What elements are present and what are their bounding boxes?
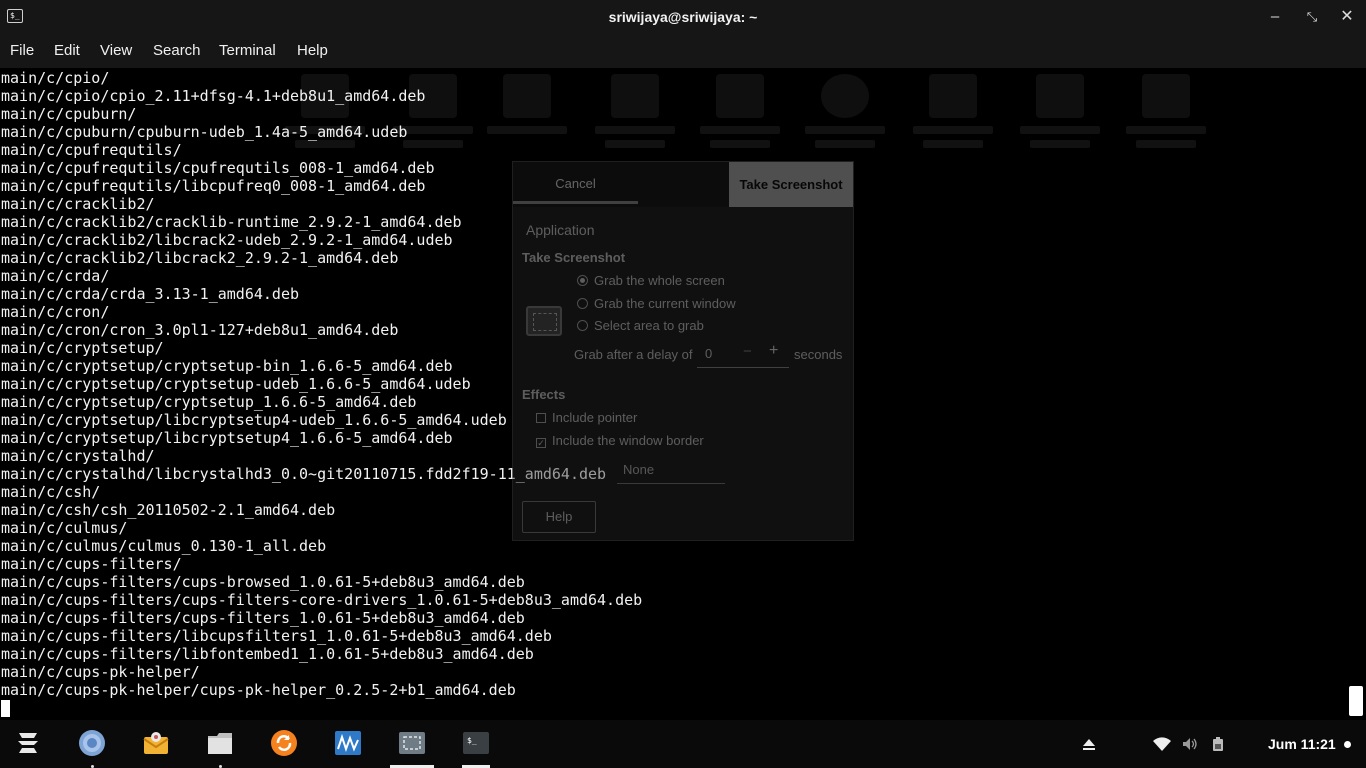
terminal-line: main/c/cups-filters/cups-filters-core-dr… bbox=[1, 591, 643, 609]
radio-select-area[interactable]: Select area to grab bbox=[577, 318, 704, 333]
desktop-icon bbox=[1020, 74, 1100, 184]
terminal-cursor bbox=[1, 700, 10, 717]
menu-search[interactable]: Search bbox=[153, 42, 201, 59]
seconds-label: seconds bbox=[794, 347, 843, 362]
menu-edit[interactable]: Edit bbox=[54, 42, 80, 59]
checkbox-icon bbox=[536, 413, 546, 423]
radio-current-window[interactable]: Grab the current window bbox=[577, 296, 736, 311]
radio-icon bbox=[577, 298, 588, 309]
terminal-line: main/c/cpuburn/ bbox=[1, 105, 137, 123]
include-pointer-checkbox[interactable]: Include pointer bbox=[536, 410, 637, 425]
menu-file[interactable]: File bbox=[10, 42, 34, 59]
terminal-line: main/c/cpio/ bbox=[1, 69, 110, 87]
radio-label: Select area to grab bbox=[594, 318, 704, 333]
screenshot-icon[interactable] bbox=[398, 729, 426, 757]
radio-whole-screen[interactable]: Grab the whole screen bbox=[577, 273, 725, 288]
terminal-line: main/c/cpufrequtils/ bbox=[1, 141, 182, 159]
radio-icon bbox=[577, 320, 588, 331]
clock[interactable]: Jum 11:21 bbox=[1268, 736, 1336, 752]
screen-preview-icon bbox=[526, 306, 562, 336]
terminal-line: main/c/cups-pk-helper/ bbox=[1, 663, 200, 681]
help-button[interactable]: Help bbox=[522, 501, 596, 533]
delay-label: Grab after a delay of bbox=[574, 347, 693, 362]
wifi-icon[interactable] bbox=[1153, 737, 1171, 754]
eject-icon[interactable] bbox=[1082, 737, 1096, 754]
menu-help[interactable]: Help bbox=[297, 42, 328, 59]
zorin-menu-icon[interactable] bbox=[14, 729, 42, 757]
close-button[interactable]: ✕ bbox=[1337, 7, 1357, 27]
effects-heading: Effects bbox=[522, 387, 566, 402]
terminal-icon[interactable]: $_ bbox=[462, 729, 490, 757]
menu-bar: File Edit View Search Terminal Help bbox=[0, 34, 1366, 68]
window-titlebar: $_ sriwijaya@sriwijaya: ~ – ⤡ ✕ bbox=[0, 0, 1366, 34]
maximize-button[interactable]: ⤡ bbox=[1302, 7, 1322, 27]
radio-label: Grab the whole screen bbox=[594, 273, 725, 288]
menu-terminal[interactable]: Terminal bbox=[219, 42, 276, 59]
chromium-icon[interactable] bbox=[78, 729, 106, 757]
checkbox-checked-icon: ✓ bbox=[536, 438, 546, 448]
checkbox-label: Include pointer bbox=[552, 410, 638, 425]
svg-text:$_: $_ bbox=[467, 736, 477, 745]
effect-dropdown[interactable]: None bbox=[617, 462, 725, 484]
terminal-line: main/c/cpuburn/cpuburn-udeb_1.4a-5_amd64… bbox=[1, 123, 408, 141]
terminal-line: main/c/cups-pk-helper/cups-pk-helper_0.2… bbox=[1, 681, 516, 699]
window-title: sriwijaya@sriwijaya: ~ bbox=[608, 9, 758, 25]
terminal-line: main/c/cups-filters/libcupsfilters1_1.0.… bbox=[1, 627, 552, 645]
files-icon[interactable] bbox=[206, 729, 234, 757]
take-screenshot-heading: Take Screenshot bbox=[522, 250, 626, 265]
dialog-subtitle: Application bbox=[526, 222, 595, 238]
desktop-icon bbox=[1126, 74, 1206, 184]
system-monitor-icon[interactable] bbox=[334, 729, 362, 757]
terminal-line: main/c/cups-filters/ bbox=[1, 555, 182, 573]
delay-spinbutton[interactable]: 0 − + bbox=[697, 340, 789, 368]
terminal-line: main/c/cpio/cpio_2.11+dfsg-4.1+deb8u1_am… bbox=[1, 87, 426, 105]
mail-icon[interactable] bbox=[142, 729, 170, 757]
notification-dot[interactable] bbox=[1344, 741, 1351, 748]
terminal-line: main/c/cups-filters/libfontembed1_1.0.61… bbox=[1, 645, 534, 663]
volume-icon[interactable] bbox=[1182, 737, 1198, 754]
include-border-checkbox[interactable]: ✓ Include the window border bbox=[536, 433, 704, 448]
delay-value[interactable]: 0 bbox=[705, 346, 712, 361]
desktop-icon bbox=[913, 74, 993, 184]
minimize-button[interactable]: – bbox=[1265, 7, 1285, 27]
checkbox-label: Include the window border bbox=[552, 433, 704, 448]
plus-icon[interactable]: + bbox=[769, 342, 778, 360]
software-updater-icon[interactable] bbox=[270, 729, 298, 757]
cancel-button[interactable]: Cancel bbox=[513, 162, 638, 204]
dialog-header: Cancel Take Screenshot bbox=[513, 162, 853, 207]
take-screenshot-button[interactable]: Take Screenshot bbox=[729, 162, 853, 207]
taskbar: $_ Jum 11:21 bbox=[0, 720, 1366, 768]
battery-icon[interactable] bbox=[1212, 737, 1224, 754]
terminal-line: main/c/cups-filters/cups-filters_1.0.61-… bbox=[1, 609, 525, 627]
menu-view[interactable]: View bbox=[100, 42, 132, 59]
scrollbar-thumb[interactable] bbox=[1349, 686, 1363, 716]
radio-selected-icon bbox=[577, 275, 588, 286]
screenshot-dialog: Cancel Take Screenshot Application Take … bbox=[512, 161, 854, 541]
radio-label: Grab the current window bbox=[594, 296, 736, 311]
terminal-line: main/c/cups-filters/cups-browsed_1.0.61-… bbox=[1, 573, 525, 591]
minus-icon[interactable]: − bbox=[743, 343, 752, 360]
